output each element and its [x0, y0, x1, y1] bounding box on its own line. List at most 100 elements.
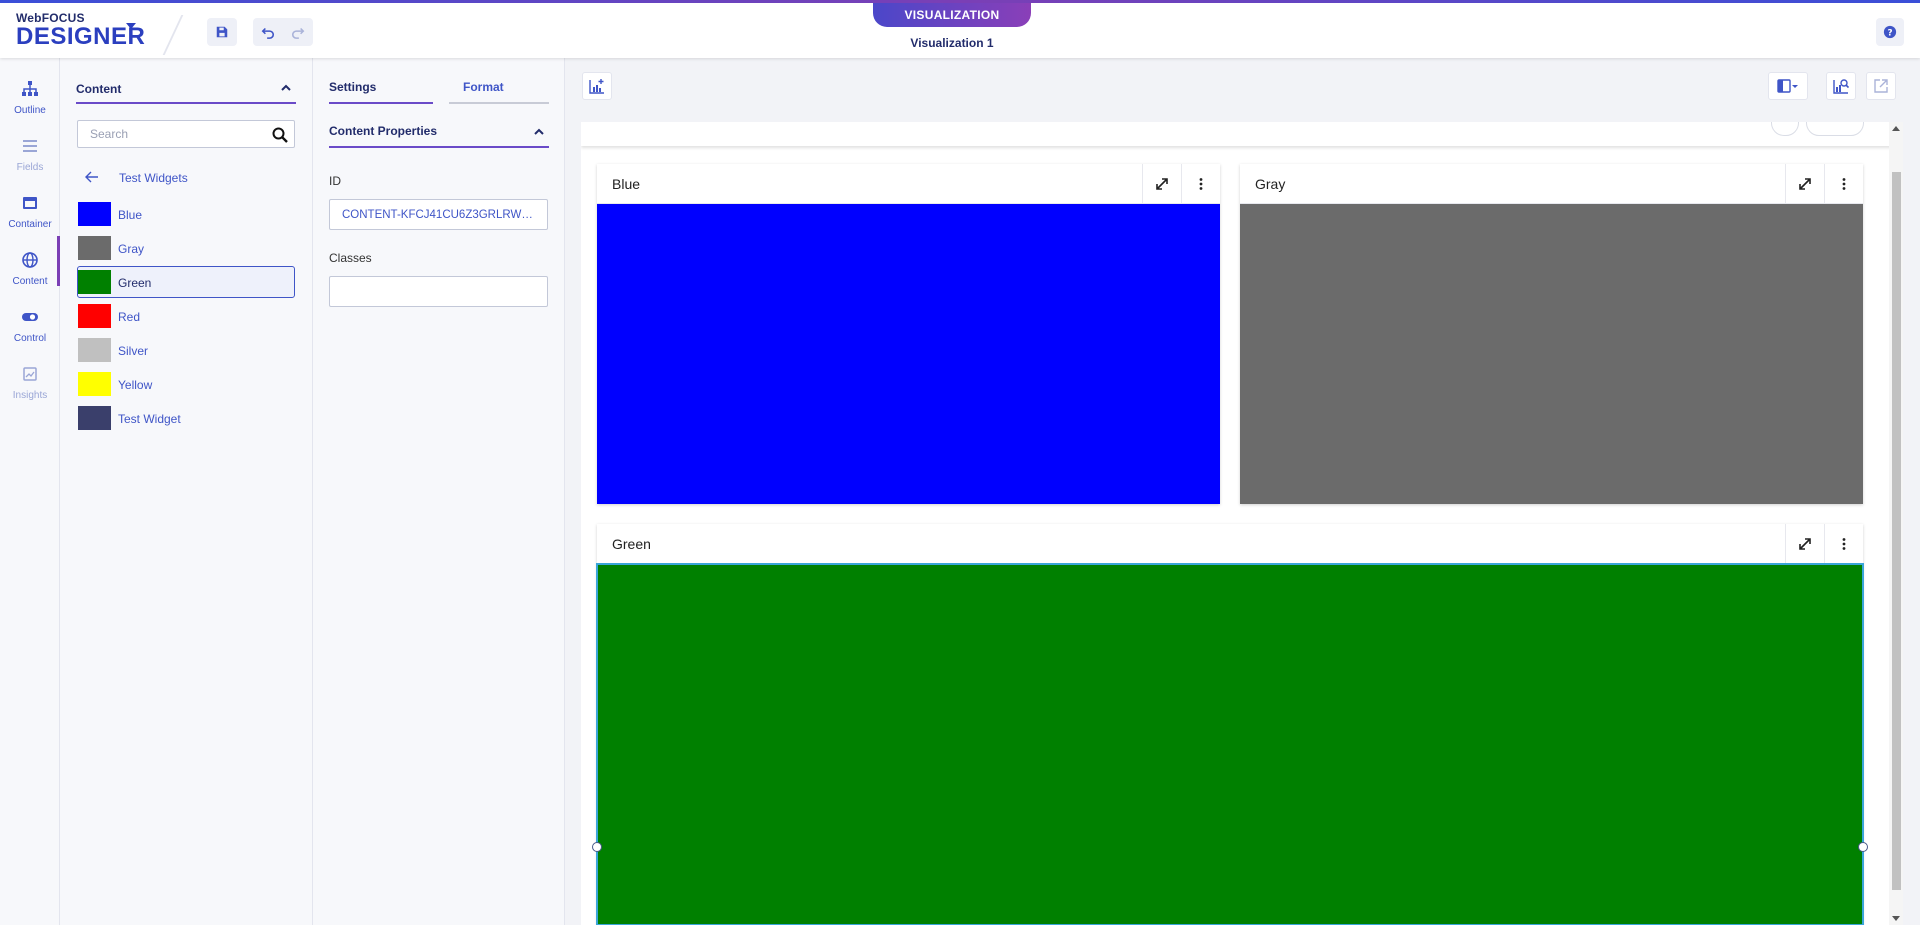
arrow-left-icon — [85, 171, 98, 183]
back-label: Test Widgets — [119, 171, 188, 185]
widget-blue[interactable]: Blue — [597, 164, 1220, 504]
widget-list-label: Red — [118, 310, 141, 324]
widget-body — [596, 563, 1864, 925]
fields-icon — [23, 140, 37, 152]
widget-list-item[interactable]: Gray — [77, 232, 295, 264]
canvas-page[interactable]: Blue Gray Green — [581, 122, 1903, 925]
widget-list-item[interactable]: Yellow — [77, 368, 295, 400]
more-options-button[interactable] — [1824, 164, 1863, 204]
page-pill-button[interactable] — [1806, 122, 1864, 136]
document-title[interactable]: Visualization 1 — [873, 36, 1031, 50]
add-chart-button[interactable] — [582, 72, 612, 100]
rail-item-content[interactable]: Content — [0, 243, 60, 293]
rail-label: Insights — [12, 390, 48, 401]
rail-item-fields[interactable]: Fields — [0, 129, 60, 179]
widget-gray[interactable]: Gray — [1240, 164, 1863, 504]
expand-icon — [1799, 178, 1811, 190]
rail-item-insights[interactable]: Insights — [0, 357, 60, 407]
more-options-button[interactable] — [1181, 164, 1220, 204]
undo-button[interactable] — [253, 18, 283, 46]
rail-label: Fields — [16, 162, 44, 173]
widget-list-item[interactable]: Green — [77, 266, 295, 298]
widget-list-item[interactable]: Blue — [77, 198, 295, 230]
widget-body — [597, 204, 1220, 504]
save-icon — [216, 26, 228, 38]
undo-redo-group — [253, 18, 313, 46]
widget-thumbnail — [78, 406, 111, 430]
search-input[interactable] — [78, 121, 258, 147]
more-vertical-icon — [1842, 538, 1846, 550]
expand-icon — [1799, 538, 1811, 550]
container-icon — [23, 197, 37, 209]
expand-icon — [1156, 178, 1168, 190]
widget-thumbnail — [78, 372, 111, 396]
id-field[interactable]: CONTENT-KFCJ41CU6Z3GRLRWP… — [329, 199, 548, 230]
undo-icon — [261, 27, 275, 39]
rail-item-outline[interactable]: Outline — [0, 72, 60, 122]
scroll-down-arrow-icon[interactable] — [1892, 916, 1900, 921]
chevron-up-icon[interactable] — [280, 82, 292, 94]
mode-tab-visualization[interactable]: VISUALIZATION — [873, 3, 1031, 27]
classes-label: Classes — [329, 251, 372, 265]
content-panel-title: Content — [76, 82, 122, 96]
widget-title: Blue — [612, 176, 641, 192]
redo-button[interactable] — [283, 18, 313, 46]
chart-search-icon — [1833, 79, 1849, 94]
search-box — [77, 120, 295, 148]
back-to-parent[interactable]: Test Widgets — [77, 168, 295, 188]
section-title: Content Properties — [329, 124, 438, 138]
scrollbar-thumb[interactable] — [1892, 172, 1901, 890]
content-properties-header[interactable]: Content Properties — [329, 124, 549, 148]
canvas-toolbar — [565, 58, 1920, 114]
globe-icon — [22, 252, 38, 268]
resize-handle-left[interactable] — [592, 842, 602, 852]
insight-search-button[interactable] — [1826, 72, 1856, 100]
canvas-area: Blue Gray Green — [565, 58, 1920, 925]
widget-green[interactable]: Green — [596, 524, 1864, 925]
search-icon[interactable] — [272, 127, 288, 143]
widget-list-label: Silver — [118, 344, 149, 358]
page-circle-button[interactable] — [1771, 122, 1799, 136]
help-icon: ? — [1883, 25, 1897, 39]
widget-list-item[interactable]: Silver — [77, 334, 295, 366]
scroll-up-arrow-icon[interactable] — [1892, 126, 1900, 131]
svg-text:?: ? — [1887, 29, 1892, 39]
content-panel-header[interactable]: Content — [76, 80, 296, 104]
widget-list-item[interactable]: Test Widget — [77, 402, 295, 434]
widget-title: Gray — [1255, 176, 1286, 192]
page-header-strip — [581, 122, 1903, 146]
layout-dropdown-button[interactable] — [1768, 72, 1808, 100]
rail-label: Container — [8, 219, 52, 230]
brand-dropdown-caret-icon[interactable] — [126, 23, 136, 29]
help-button[interactable]: ? — [1876, 18, 1904, 46]
properties-panel: Settings Format Content Properties ID CO… — [313, 58, 565, 925]
widget-header: Green — [597, 524, 1863, 564]
tab-format[interactable]: Format — [449, 80, 549, 104]
expand-button[interactable] — [1785, 164, 1824, 204]
rail-item-container[interactable]: Container — [0, 186, 60, 236]
rail-label: Outline — [14, 105, 46, 116]
save-button[interactable] — [207, 18, 237, 46]
resize-handle-right[interactable] — [1858, 842, 1868, 852]
vertical-scrollbar[interactable] — [1889, 122, 1903, 925]
classes-field[interactable] — [329, 276, 548, 307]
rail-item-control[interactable]: Control — [0, 300, 60, 350]
widget-list-item[interactable]: Red — [77, 300, 295, 332]
expand-button[interactable] — [1142, 164, 1181, 204]
widget-thumbnail — [78, 304, 111, 328]
tab-settings[interactable]: Settings — [329, 80, 433, 104]
widget-thumbnail — [78, 236, 111, 260]
more-options-button[interactable] — [1824, 524, 1863, 564]
chevron-up-icon[interactable] — [533, 126, 545, 138]
content-panel: Content Test Widgets Blue Gray Green Red Sil… — [60, 58, 313, 925]
widget-list-label: Test Widget — [118, 412, 181, 426]
id-label: ID — [329, 174, 341, 188]
top-bar: WebFOCUS DESIGNER VISUALIZATION Visualiz… — [0, 0, 1920, 58]
brand-logo[interactable]: WebFOCUS DESIGNER — [16, 11, 145, 49]
more-vertical-icon — [1842, 178, 1846, 190]
open-external-button[interactable] — [1866, 72, 1896, 100]
expand-button[interactable] — [1785, 524, 1824, 564]
rail-label: Control — [13, 333, 47, 344]
widget-list-label: Green — [118, 276, 152, 290]
widget-list-label: Blue — [118, 208, 143, 222]
